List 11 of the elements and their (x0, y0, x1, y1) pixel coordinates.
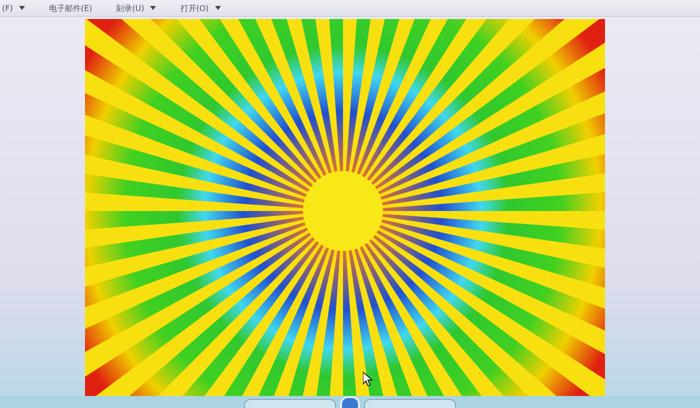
caret-icon (150, 6, 156, 10)
toolbar-menu-button[interactable]: 刻录(U) (114, 2, 158, 14)
navigation-control[interactable] (364, 399, 456, 408)
caret-icon (214, 6, 221, 10)
toolbar-menu-button[interactable]: 电子邮件(E) (46, 2, 94, 14)
mouse-cursor-icon (363, 372, 373, 386)
toolbar-menu-button[interactable]: 打开(O) (178, 2, 223, 14)
play-slideshow-button[interactable] (340, 396, 360, 408)
toolbar-menu-button[interactable]: (F) (0, 4, 27, 12)
navigation-control[interactable] (244, 399, 336, 408)
caret-icon (18, 6, 25, 10)
